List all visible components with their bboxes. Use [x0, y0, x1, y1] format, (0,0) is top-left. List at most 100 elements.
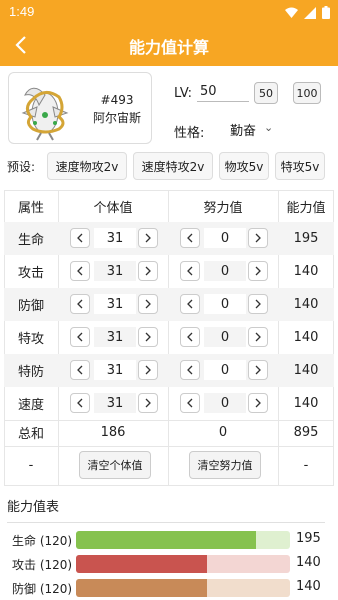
action-dash: - [303, 457, 309, 473]
preset-speed-spatk-2v-button[interactable]: 速度特攻2v [133, 152, 213, 180]
chevron-left-icon [187, 332, 193, 342]
iv-value[interactable]: 31 [94, 360, 136, 380]
chevron-right-icon [145, 365, 151, 375]
ev-increment-button[interactable] [248, 327, 268, 347]
chevron-right-icon [255, 398, 261, 408]
table-row: 防御 31 0 140 [4, 288, 334, 321]
chevron-left-icon [77, 266, 83, 276]
chevron-down-icon[interactable]: ⌄ [264, 121, 273, 134]
iv-value[interactable]: 31 [94, 393, 136, 413]
pokemon-card[interactable]: #493 阿尔宙斯 [8, 72, 152, 144]
chevron-right-icon [145, 266, 151, 276]
chevron-left-icon [77, 332, 83, 342]
iv-increment-button[interactable] [138, 360, 158, 380]
stat-name: 特攻 [17, 332, 44, 347]
nature-label: 性格: [174, 126, 205, 141]
level-input[interactable] [197, 82, 249, 102]
status-bar: 1:49 [0, 0, 338, 24]
iv-decrement-button[interactable] [70, 393, 90, 413]
iv-decrement-button[interactable] [70, 228, 90, 248]
iv-increment-button[interactable] [138, 228, 158, 248]
ev-value[interactable]: 0 [204, 360, 246, 380]
iv-decrement-button[interactable] [70, 294, 90, 314]
ev-decrement-button[interactable] [180, 228, 200, 248]
header-stat: 属性 [17, 201, 44, 216]
header-ev: 努力值 [203, 201, 243, 216]
signal-icon [304, 6, 316, 19]
stat-value: 140 [293, 396, 319, 411]
stat-value: 140 [293, 264, 319, 279]
bar-track [76, 531, 290, 549]
preset-label: 预设: [7, 160, 36, 174]
chevron-right-icon [255, 299, 261, 309]
chevron-right-icon [145, 332, 151, 342]
ev-value[interactable]: 0 [204, 393, 246, 413]
iv-value[interactable]: 31 [94, 294, 136, 314]
iv-value[interactable]: 31 [94, 327, 136, 347]
level-50-button[interactable]: 50 [254, 82, 278, 104]
chevron-left-icon [77, 233, 83, 243]
ev-increment-button[interactable] [248, 393, 268, 413]
bar-fill [76, 579, 207, 597]
stat-value: 140 [293, 330, 319, 345]
table-row: 攻击 31 0 140 [4, 255, 334, 288]
stat-name: 攻击 [17, 266, 44, 281]
total-iv: 186 [100, 424, 126, 440]
ev-increment-button[interactable] [248, 228, 268, 248]
chart-title: 能力值表 [7, 500, 60, 515]
chevron-left-icon [77, 299, 83, 309]
iv-decrement-button[interactable] [70, 261, 90, 281]
ev-increment-button[interactable] [248, 360, 268, 380]
ev-value[interactable]: 0 [204, 261, 246, 281]
clear-iv-button[interactable]: 清空个体值 [79, 451, 151, 479]
preset-spatk-5v-button[interactable]: 特攻5v [275, 152, 325, 180]
preset-atk-5v-button[interactable]: 物攻5v [219, 152, 269, 180]
ev-decrement-button[interactable] [180, 261, 200, 281]
stat-name: 速度 [17, 398, 44, 413]
chevron-left-icon [187, 365, 193, 375]
ev-increment-button[interactable] [248, 261, 268, 281]
chevron-left-icon [77, 398, 83, 408]
ev-increment-button[interactable] [248, 294, 268, 314]
iv-value[interactable]: 31 [94, 228, 136, 248]
ev-value[interactable]: 0 [204, 294, 246, 314]
chevron-right-icon [145, 233, 151, 243]
ev-decrement-button[interactable] [180, 360, 200, 380]
ev-value[interactable]: 0 [204, 228, 246, 248]
bar-fill [76, 531, 256, 549]
total-ev: 0 [218, 424, 228, 440]
ev-decrement-button[interactable] [180, 393, 200, 413]
ev-decrement-button[interactable] [180, 327, 200, 347]
table-total-row: 总和 186 0 895 [4, 418, 334, 446]
table-header: 属性 个体值 努力值 能力值 [4, 190, 334, 223]
nature-select[interactable]: 勤奋 [230, 120, 256, 139]
table-divider [4, 446, 334, 447]
iv-increment-button[interactable] [138, 393, 158, 413]
iv-increment-button[interactable] [138, 327, 158, 347]
chevron-right-icon [255, 266, 261, 276]
iv-increment-button[interactable] [138, 261, 158, 281]
stat-value: 140 [293, 363, 319, 378]
status-icons [285, 6, 330, 19]
iv-increment-button[interactable] [138, 294, 158, 314]
chevron-left-icon [187, 266, 193, 276]
header-iv: 个体值 [93, 201, 133, 216]
ev-decrement-button[interactable] [180, 294, 200, 314]
iv-decrement-button[interactable] [70, 360, 90, 380]
bar-value: 140 [296, 555, 321, 570]
iv-decrement-button[interactable] [70, 327, 90, 347]
ev-value[interactable]: 0 [204, 327, 246, 347]
pokemon-sprite [21, 87, 69, 141]
level-100-button[interactable]: 100 [293, 82, 321, 104]
table-row: 特防 31 0 140 [4, 354, 334, 387]
table-row: 生命 31 0 195 [4, 222, 334, 255]
bar-value: 195 [296, 531, 321, 546]
action-dash: - [28, 457, 34, 473]
stat-name: 生命 [17, 233, 44, 248]
iv-value[interactable]: 31 [94, 261, 136, 281]
chevron-left-icon [77, 365, 83, 375]
bar-label: 生命 (120) [12, 534, 73, 548]
clear-ev-button[interactable]: 清空努力值 [189, 451, 261, 479]
total-label: 总和 [17, 426, 44, 442]
preset-speed-atk-2v-button[interactable]: 速度物攻2v [47, 152, 127, 180]
